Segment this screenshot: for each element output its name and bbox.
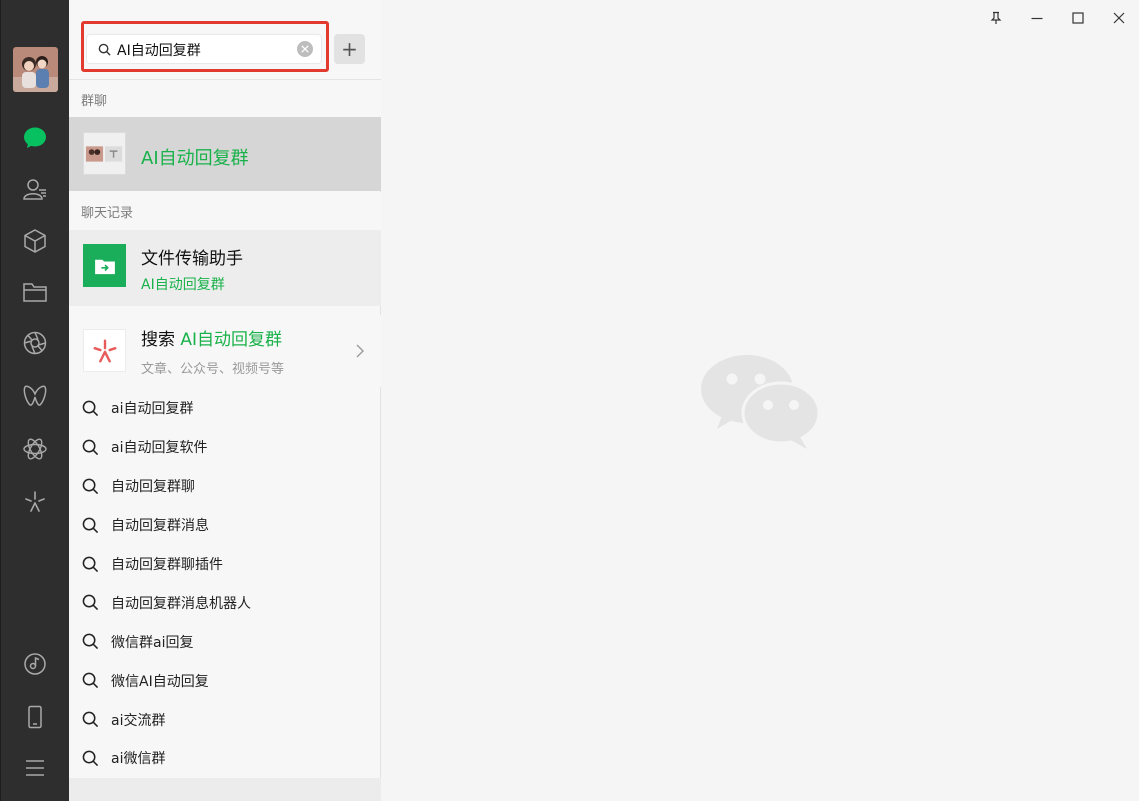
chat-name: 文件传输助手 [141, 249, 243, 269]
chat-bubble-icon[interactable] [18, 121, 52, 155]
minimize-icon[interactable] [1016, 3, 1057, 33]
wechat-window: AI自动回复群 + 群聊 AI自动回复群 聊天记录 文件传输助手 AI自动回复群… [0, 0, 1139, 801]
suggestion-item[interactable]: 微信AI自动回复 [69, 661, 381, 700]
butterfly-icon[interactable] [18, 379, 52, 413]
suggestion-item[interactable]: 自动回复群消息机器人 [69, 583, 381, 622]
suggestion-text: 自动回复群聊 [111, 479, 195, 496]
wechat-logo-watermark [701, 355, 821, 449]
suggestion-text: 自动回复群消息 [111, 518, 209, 535]
web-search-item[interactable]: 搜索 AI自动回复群 文章、公众号、视频号等 [69, 315, 381, 387]
hamburger-menu-icon[interactable] [18, 751, 52, 785]
window-controls [975, 3, 1139, 33]
search-icon [81, 516, 99, 534]
contacts-icon[interactable] [18, 172, 52, 206]
group-name: AI自动回复群 [141, 148, 249, 169]
search-icon [81, 477, 99, 495]
annotation-highlight [81, 21, 329, 72]
suggestion-item[interactable]: 自动回复群聊插件 [69, 545, 381, 584]
search-icon [81, 399, 99, 417]
suggestion-item[interactable]: ai自动回复群 [69, 389, 381, 428]
music-disc-icon[interactable] [18, 647, 52, 681]
user-avatar[interactable] [13, 47, 58, 92]
nav-sidebar [0, 0, 69, 801]
search-icon [81, 594, 99, 612]
suggestion-text: 自动回复群聊插件 [111, 557, 223, 573]
history-section-header: 聊天记录 [69, 192, 381, 230]
main-content [381, 0, 1139, 801]
close-icon[interactable] [1098, 3, 1139, 33]
aperture-icon[interactable] [18, 326, 52, 360]
maximize-icon[interactable] [1057, 3, 1098, 33]
search-sparkle-icon [83, 329, 126, 372]
search-icon [81, 711, 99, 729]
web-search-title: 搜索 AI自动回复群 [141, 330, 283, 350]
group-avatar [83, 132, 126, 175]
plus-icon: + [341, 37, 358, 61]
suggestion-text: ai自动回复软件 [111, 440, 208, 457]
suggestion-text: 自动回复群消息机器人 [111, 595, 251, 612]
suggestion-list: ai自动回复群 ai自动回复软件 自动回复群聊 自动回复群消息 自动回复群聊插件自动回复… [69, 389, 381, 778]
suggestion-text: ai交流群 [111, 712, 166, 729]
suggestion-text: 微信AI自动回复 [111, 673, 209, 690]
web-search-subtitle: 文章、公众号、视频号等 [141, 362, 285, 377]
add-button[interactable]: + [334, 34, 365, 64]
search-icon [81, 672, 99, 690]
suggestion-item[interactable]: 自动回复群聊 [69, 467, 381, 506]
suggestion-item[interactable]: 自动回复群消息 [69, 506, 381, 545]
groups-section-header: 群聊 [69, 80, 381, 118]
pin-icon[interactable] [975, 3, 1016, 33]
search-header: AI自动回复群 + [69, 0, 381, 80]
file-transfer-icon [83, 244, 126, 287]
phone-icon[interactable] [18, 700, 52, 734]
cube-icon[interactable] [18, 224, 52, 258]
chat-history-item[interactable]: 文件传输助手 AI自动回复群 [69, 230, 381, 306]
suggestion-text: ai自动回复群 [111, 401, 194, 418]
suggestion-item[interactable]: ai自动回复软件 [69, 428, 381, 467]
suggestion-text: ai微信群 [111, 751, 166, 768]
suggestion-text: 微信群ai回复 [111, 634, 194, 651]
chat-match-text: AI自动回复群 [141, 277, 225, 293]
sparkle-icon[interactable] [18, 484, 52, 518]
chevron-right-icon [355, 343, 369, 359]
search-icon [81, 438, 99, 456]
search-panel: AI自动回复群 + 群聊 AI自动回复群 聊天记录 文件传输助手 AI自动回复群… [69, 0, 381, 801]
group-result-item[interactable]: AI自动回复群 [69, 117, 381, 191]
suggestion-item[interactable]: ai微信群 [69, 739, 381, 778]
suggestion-item[interactable]: ai交流群 [69, 700, 381, 739]
search-icon [81, 555, 99, 573]
search-icon [81, 749, 99, 767]
suggestion-item[interactable]: 微信群ai回复 [69, 622, 381, 661]
web-search-keyword: AI自动回复群 [180, 330, 283, 350]
folder-icon[interactable] [18, 275, 52, 309]
atom-icon[interactable] [18, 432, 52, 466]
panel-footer [69, 778, 381, 801]
search-icon [81, 633, 99, 651]
